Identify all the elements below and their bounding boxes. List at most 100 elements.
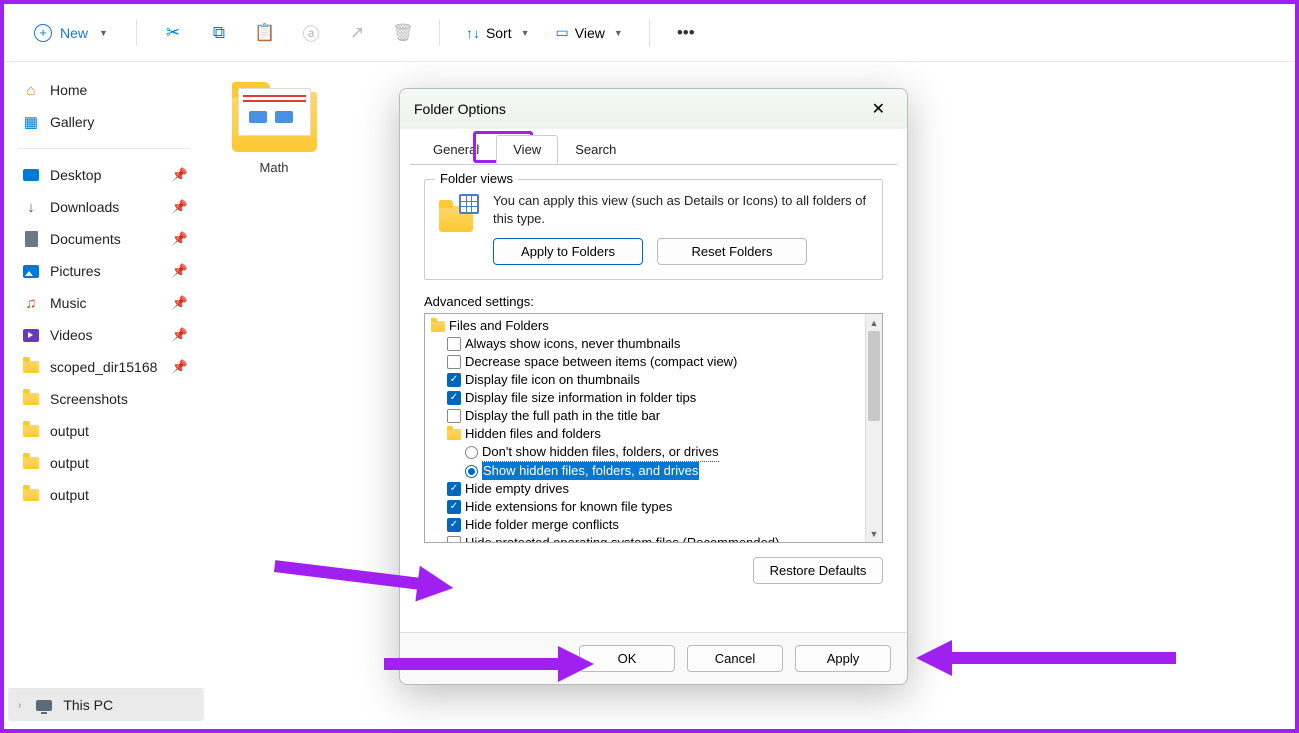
checkbox-checked[interactable]: ✓ (447, 482, 461, 496)
pin-icon: 📌 (172, 295, 188, 311)
button-label: Apply to Folders (521, 244, 615, 259)
checkbox[interactable] (447, 536, 461, 542)
apply-button[interactable]: Apply (795, 645, 891, 672)
radio[interactable] (465, 446, 478, 459)
sidebar-music[interactable]: ♫Music📌 (12, 287, 196, 319)
more-icon[interactable]: ••• (666, 13, 706, 53)
cut-icon[interactable]: ✂ (153, 13, 193, 53)
rename-icon[interactable]: ⓐ (291, 13, 331, 53)
tree-item[interactable]: Decrease space between items (compact vi… (429, 353, 861, 371)
scroll-up-icon[interactable]: ▲ (866, 314, 882, 331)
chevron-down-icon: ▼ (614, 28, 623, 38)
tab-label: Search (575, 142, 616, 157)
sidebar-output[interactable]: output (12, 415, 196, 447)
sidebar-videos[interactable]: Videos 📌 (12, 319, 196, 351)
sidebar-pictures[interactable]: Pictures📌 (12, 255, 196, 287)
checkbox-checked[interactable]: ✓ (447, 500, 461, 514)
new-button[interactable]: + New ▼ (22, 18, 120, 48)
folder-math[interactable]: Math (224, 82, 324, 175)
pin-icon: 📌 (172, 231, 188, 247)
checkbox[interactable] (447, 355, 461, 369)
tree-label: Hide empty drives (465, 480, 569, 498)
desktop-icon (22, 166, 40, 184)
checkbox[interactable] (447, 409, 461, 423)
tree-item[interactable]: ✓ Hide empty drives (429, 480, 861, 498)
sidebar-desktop[interactable]: Desktop📌 (12, 159, 196, 191)
tree-item[interactable]: ✓ Hide extensions for known file types (429, 498, 861, 516)
advanced-settings-tree[interactable]: Files and Folders Always show icons, nev… (424, 313, 883, 543)
cancel-button[interactable]: Cancel (687, 645, 783, 672)
new-label: New (60, 25, 88, 41)
tree-item[interactable]: ✓ Display file icon on thumbnails (429, 371, 861, 389)
folder-icon (22, 454, 40, 472)
separator (18, 148, 190, 149)
tab-search[interactable]: Search (558, 135, 633, 164)
download-icon: ↓ (22, 198, 40, 216)
scrollbar[interactable]: ▲ ▼ (865, 314, 882, 542)
tree-group[interactable]: Files and Folders (429, 317, 861, 335)
sidebar-label: scoped_dir15168 (50, 359, 157, 375)
scroll-down-icon[interactable]: ▼ (866, 525, 882, 542)
sidebar-label: Music (50, 295, 87, 311)
tree-item[interactable]: ✓Display file size information in folder… (429, 389, 861, 407)
checkbox[interactable] (447, 337, 461, 351)
button-label: Restore Defaults (770, 563, 867, 578)
pc-icon (35, 696, 53, 714)
tree-item[interactable]: ✓ Hide folder merge conflicts (429, 516, 861, 534)
gallery-icon: ▦ (22, 113, 40, 131)
close-icon[interactable]: ✕ (864, 95, 893, 123)
copy-icon[interactable]: ⧉ (199, 13, 239, 53)
separator (136, 20, 137, 46)
tree-item[interactable]: Hide protected operating system files (R… (429, 534, 861, 542)
sidebar-label: Gallery (50, 114, 94, 130)
sidebar-gallery[interactable]: ▦ Gallery (12, 106, 196, 138)
sidebar-documents[interactable]: Documents📌 (12, 223, 196, 255)
tree-group[interactable]: Hidden files and folders (429, 425, 861, 443)
radio-checked[interactable] (465, 465, 478, 478)
sidebar-screenshots[interactable]: Screenshots (12, 383, 196, 415)
advanced-settings-label: Advanced settings: (424, 294, 883, 309)
plus-icon: + (34, 24, 52, 42)
reset-folders-button[interactable]: Reset Folders (657, 238, 807, 265)
view-button[interactable]: ▭ View ▼ (546, 18, 633, 47)
folder-icon (232, 82, 317, 152)
checkbox-checked[interactable]: ✓ (447, 391, 461, 405)
tab-view[interactable]: View (496, 135, 558, 164)
tree-item[interactable]: Always show icons, never thumbnails (429, 335, 861, 353)
tree-label: Hide extensions for known file types (465, 498, 672, 516)
sidebar-label: Videos (50, 327, 93, 343)
separator (649, 20, 650, 46)
sidebar-downloads[interactable]: ↓Downloads📌 (12, 191, 196, 223)
pin-icon: 📌 (172, 327, 188, 343)
sidebar-home[interactable]: ⌂Home (12, 74, 196, 106)
tree-item[interactable]: Display the full path in the title bar (429, 407, 861, 425)
folder-icon (431, 321, 445, 332)
folder-icon (22, 358, 40, 376)
tab-label: General (433, 142, 479, 157)
folder-icon (22, 486, 40, 504)
chevron-right-icon: › (18, 700, 21, 711)
tab-general[interactable]: General (416, 135, 496, 164)
tree-label: Don't show hidden files, folders, or dri… (482, 443, 719, 462)
ok-button[interactable]: OK (579, 645, 675, 672)
sidebar-label: output (50, 455, 89, 471)
tree-label: Hide protected operating system files (R… (465, 534, 779, 542)
sidebar-output[interactable]: output (12, 479, 196, 511)
tree-label: Hide folder merge conflicts (465, 516, 619, 534)
sort-button[interactable]: ↑↓ Sort ▼ (456, 19, 540, 47)
paste-icon[interactable]: 📋 (245, 13, 285, 53)
sidebar-scoped[interactable]: scoped_dir15168 📌 (12, 351, 196, 383)
tree-label: Display file icon on thumbnails (465, 371, 640, 389)
apply-to-folders-button[interactable]: Apply to Folders (493, 238, 643, 265)
scroll-thumb[interactable] (868, 331, 880, 421)
delete-icon[interactable]: 🗑 (383, 13, 423, 53)
sidebar-this-pc[interactable]: ›This PC (8, 689, 204, 721)
sidebar-output[interactable]: output (12, 447, 196, 479)
restore-defaults-button[interactable]: Restore Defaults (753, 557, 883, 584)
tree-radio-item[interactable]: Don't show hidden files, folders, or dri… (429, 443, 861, 462)
pin-icon: 📌 (172, 359, 188, 375)
checkbox-checked[interactable]: ✓ (447, 373, 461, 387)
checkbox-checked[interactable]: ✓ (447, 518, 461, 532)
share-icon[interactable]: ↗ (337, 13, 377, 53)
tree-radio-item-selected[interactable]: Show hidden files, folders, and drives (429, 462, 861, 480)
